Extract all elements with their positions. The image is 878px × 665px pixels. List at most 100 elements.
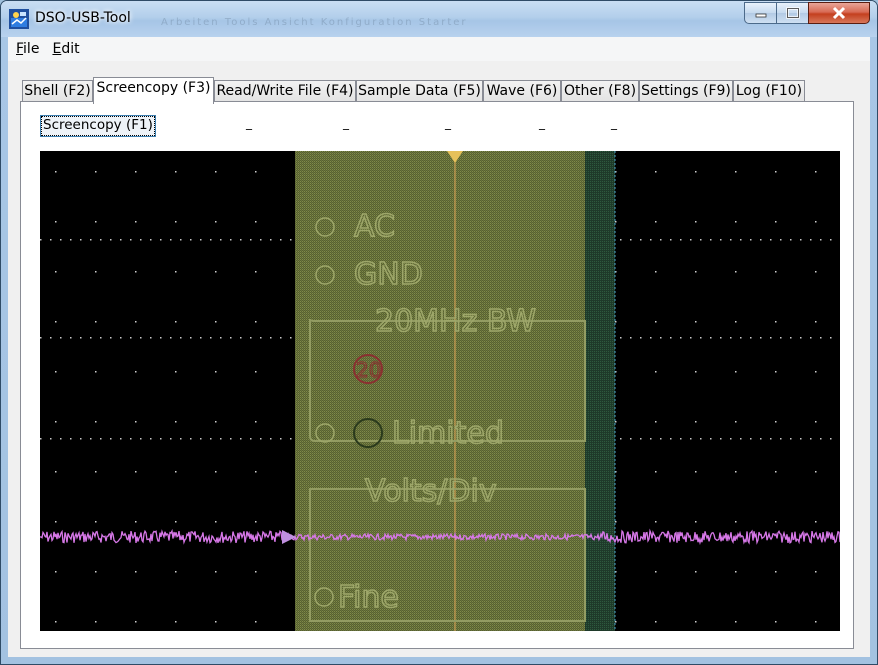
grid-dot bbox=[650, 438, 652, 440]
grid-dot bbox=[630, 438, 632, 440]
grid-dot bbox=[190, 337, 192, 339]
grid-dot bbox=[55, 271, 57, 273]
tab-other[interactable]: Other (F8) bbox=[561, 80, 639, 102]
grid-dot bbox=[640, 239, 642, 241]
close-button[interactable] bbox=[808, 2, 870, 24]
grid-dot bbox=[270, 438, 272, 440]
grid-dot bbox=[40, 438, 42, 440]
grid-dot bbox=[820, 337, 822, 339]
grid-dot bbox=[175, 621, 177, 623]
grid-dot bbox=[655, 521, 657, 523]
grid-dot bbox=[95, 371, 97, 373]
placeholder-label: _ bbox=[611, 116, 617, 130]
grid-dot bbox=[650, 239, 652, 241]
grid-dot bbox=[640, 337, 642, 339]
grid-dot bbox=[135, 421, 137, 423]
grid-dot bbox=[160, 337, 162, 339]
grid-dot bbox=[750, 239, 752, 241]
grid-dot bbox=[230, 239, 232, 241]
grid-dot bbox=[735, 221, 737, 223]
grid-dot bbox=[135, 271, 137, 273]
grid-dot bbox=[615, 321, 617, 323]
grid-dot bbox=[735, 271, 737, 273]
grid-dot bbox=[140, 239, 142, 241]
menu-file[interactable]: File bbox=[8, 41, 44, 57]
grid-dot bbox=[110, 337, 112, 339]
maximize-button[interactable] bbox=[776, 2, 809, 24]
grid-dot bbox=[150, 438, 152, 440]
grid-dot bbox=[815, 421, 817, 423]
grid-dot bbox=[830, 239, 832, 241]
grid-dot bbox=[260, 438, 262, 440]
grid-dot bbox=[695, 471, 697, 473]
grid-dot bbox=[135, 171, 137, 173]
grid-dot bbox=[255, 571, 257, 573]
grid-dot bbox=[810, 438, 812, 440]
grid-dot bbox=[700, 438, 702, 440]
tab-shell[interactable]: Shell (F2) bbox=[22, 80, 93, 102]
grid-dot bbox=[180, 239, 182, 241]
tab-settings[interactable]: Settings (F9) bbox=[639, 80, 733, 102]
grid-dot bbox=[815, 621, 817, 623]
minimize-button[interactable] bbox=[744, 2, 777, 24]
grid-dot bbox=[200, 337, 202, 339]
placeholder-label: _ bbox=[246, 116, 252, 130]
grid-dot bbox=[215, 171, 217, 173]
grid-dot bbox=[695, 171, 697, 173]
grid-dot bbox=[810, 337, 812, 339]
grid-dot bbox=[735, 321, 737, 323]
grid-dot bbox=[770, 438, 772, 440]
grid-dot bbox=[695, 371, 697, 373]
tab-sample-data[interactable]: Sample Data (F5) bbox=[356, 80, 483, 102]
minimize-icon bbox=[755, 13, 766, 18]
tab-read-write-file[interactable]: Read/Write File (F4) bbox=[214, 80, 356, 102]
grid-dot bbox=[670, 239, 672, 241]
grid-dot bbox=[140, 438, 142, 440]
grid-dot bbox=[250, 438, 252, 440]
grid-dot bbox=[95, 621, 97, 623]
grid-dot bbox=[140, 337, 142, 339]
grid-dot bbox=[100, 239, 102, 241]
tab-screencopy[interactable]: Screencopy (F3) bbox=[93, 77, 214, 104]
grid-dot bbox=[780, 337, 782, 339]
grid-dot bbox=[815, 171, 817, 173]
grid-dot bbox=[95, 171, 97, 173]
grid-dot bbox=[55, 321, 57, 323]
grid-dot bbox=[70, 438, 72, 440]
grid-dot bbox=[120, 239, 122, 241]
placeholder-label: _ bbox=[539, 116, 545, 130]
tab-wave[interactable]: Wave (F6) bbox=[483, 80, 561, 102]
grid-dot bbox=[220, 337, 222, 339]
grid-dot bbox=[290, 337, 292, 339]
grid-dot bbox=[655, 421, 657, 423]
grid-dot bbox=[60, 438, 62, 440]
grid-dot bbox=[620, 337, 622, 339]
grid-dot bbox=[770, 337, 772, 339]
title-bar[interactable]: Arbeiten Tools Ansicht Konfiguration Sta… bbox=[1, 1, 877, 37]
grid-dot bbox=[130, 438, 132, 440]
app-window: Arbeiten Tools Ansicht Konfiguration Sta… bbox=[0, 0, 878, 665]
grid-dot bbox=[135, 621, 137, 623]
grid-dot bbox=[270, 239, 272, 241]
app-icon bbox=[9, 9, 29, 29]
grid-dot bbox=[95, 471, 97, 473]
grid-dot bbox=[695, 571, 697, 573]
grid-dot bbox=[80, 438, 82, 440]
grid-dot bbox=[95, 421, 97, 423]
grid-dot bbox=[255, 421, 257, 423]
grid-dot bbox=[740, 438, 742, 440]
tab-log[interactable]: Log (F10) bbox=[733, 80, 805, 102]
grid-dot bbox=[215, 321, 217, 323]
grid-dot bbox=[55, 621, 57, 623]
grid-dot bbox=[695, 221, 697, 223]
grid-dot bbox=[790, 337, 792, 339]
grid-dot bbox=[100, 438, 102, 440]
grid-dot bbox=[615, 521, 617, 523]
grid-dot bbox=[695, 421, 697, 423]
menu-file-rest: ile bbox=[23, 41, 40, 57]
grid-dot bbox=[630, 337, 632, 339]
screencopy-button[interactable]: Screencopy (F1) bbox=[40, 115, 156, 137]
grid-dot bbox=[690, 239, 692, 241]
grid-dot bbox=[80, 337, 82, 339]
menu-edit[interactable]: Edit bbox=[44, 41, 84, 57]
